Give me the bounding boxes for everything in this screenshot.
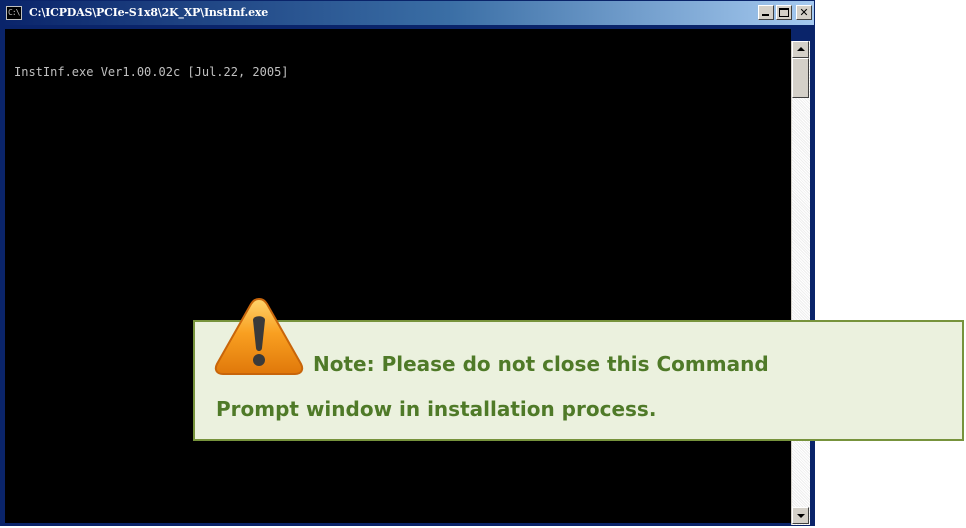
maximize-icon xyxy=(779,8,789,17)
console-line: InstInf.exe Ver1.00.02c [Jul.22, 2005] xyxy=(14,65,289,79)
scroll-down-arrow-icon xyxy=(797,514,805,518)
warning-icon xyxy=(214,297,304,375)
scroll-up-arrow-icon xyxy=(797,47,805,51)
close-button[interactable]: ✕ xyxy=(796,5,812,20)
console-output[interactable]: InstInf.exe Ver1.00.02c [Jul.22, 2005] xyxy=(5,29,791,523)
command-prompt-icon[interactable]: C:\ xyxy=(6,6,22,20)
maximize-button[interactable] xyxy=(776,5,792,20)
scroll-up-button[interactable] xyxy=(792,41,809,58)
minimize-button[interactable] xyxy=(758,5,774,20)
vertical-scrollbar[interactable] xyxy=(791,41,810,525)
scroll-down-button[interactable] xyxy=(792,507,809,524)
note-text-line-2: Prompt window in installation process. xyxy=(216,397,657,421)
minimize-icon xyxy=(762,14,769,16)
title-bar[interactable]: C:\ C:\ICPDAS\PCIe-S1x8\2K_XP\InstInf.ex… xyxy=(1,1,814,25)
close-icon: ✕ xyxy=(799,6,809,19)
installation-note: Note: Please do not close this Command P… xyxy=(193,320,964,441)
window-title: C:\ICPDAS\PCIe-S1x8\2K_XP\InstInf.exe xyxy=(29,6,269,19)
console-window: C:\ C:\ICPDAS\PCIe-S1x8\2K_XP\InstInf.ex… xyxy=(0,0,815,526)
note-text-line-1: Note: Please do not close this Command xyxy=(313,352,769,376)
scroll-thumb[interactable] xyxy=(792,58,809,98)
